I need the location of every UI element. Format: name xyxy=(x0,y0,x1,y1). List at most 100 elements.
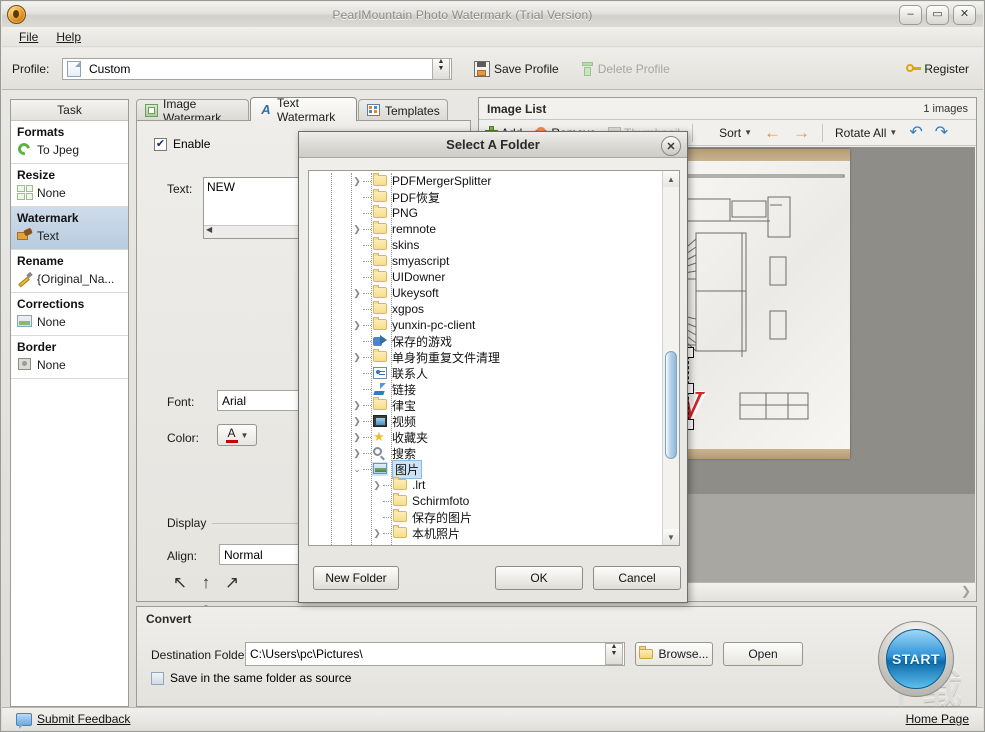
home-page-link[interactable]: Home Page xyxy=(906,712,969,726)
tree-connector xyxy=(363,180,371,182)
align-arrow-up-icon[interactable]: ↑ xyxy=(193,569,219,595)
minimize-button[interactable]: – xyxy=(899,4,922,25)
tree-item[interactable]: ❯ 律宝 xyxy=(309,397,663,413)
sort-button[interactable]: Sort ▼ xyxy=(719,126,752,140)
scroll-right-icon[interactable]: ❯ xyxy=(961,584,971,598)
destination-spinner[interactable]: ▲ ▼ xyxy=(605,643,623,665)
maximize-button[interactable]: ▭ xyxy=(926,4,949,25)
tab-templates[interactable]: Templates xyxy=(358,99,448,121)
expand-chevron-icon[interactable]: ❯ xyxy=(351,224,363,235)
rotate-all-chevron-down-icon[interactable]: ▼ xyxy=(889,128,897,137)
tree-item[interactable]: ❯ 视频 xyxy=(309,413,663,429)
tree-item[interactable]: ❯ ★ 收藏夹 xyxy=(309,429,663,445)
folder-icon xyxy=(372,301,388,316)
tree-item[interactable]: xgpos xyxy=(309,301,663,317)
tree-item[interactable]: PDF恢复 xyxy=(309,189,663,205)
align-arrow-up-right-icon[interactable]: ↗ xyxy=(219,569,245,595)
tree-item[interactable]: ❯ PDFMergerSplitter xyxy=(309,173,663,189)
destination-folder-input[interactable]: C:\Users\pc\Pictures\ ▲ ▼ xyxy=(245,642,625,666)
dialog-close-icon[interactable]: ✕ xyxy=(661,136,681,156)
tree-connector xyxy=(363,244,371,246)
rotate-right-icon[interactable]: ↷ xyxy=(935,124,948,141)
next-image-arrow-icon[interactable]: → xyxy=(793,124,810,141)
collapse-chevron-icon[interactable]: ⌄ xyxy=(351,464,363,475)
tree-item[interactable]: smyascript xyxy=(309,253,663,269)
cancel-button[interactable]: Cancel xyxy=(593,566,681,590)
expand-chevron-icon[interactable]: ❯ xyxy=(351,288,363,299)
browse-label: Browse... xyxy=(658,647,709,661)
profile-combobox[interactable]: Custom ▲ ▼ xyxy=(62,57,452,80)
save-same-folder-checkbox[interactable] xyxy=(151,671,164,685)
expand-chevron-icon[interactable]: ❯ xyxy=(351,400,363,411)
delete-profile-button[interactable]: Delete Profile xyxy=(581,61,670,76)
task-group-corrections[interactable]: Corrections None xyxy=(11,293,128,336)
tree-item[interactable]: UIDowner xyxy=(309,269,663,285)
tree-connector xyxy=(363,308,371,310)
previous-image-arrow-icon[interactable]: ← xyxy=(764,124,781,141)
save-profile-label: Save Profile xyxy=(494,61,559,76)
new-folder-button[interactable]: New Folder xyxy=(313,566,399,590)
tree-item[interactable]: skins xyxy=(309,237,663,253)
task-panel: Task Formats To Jpeg Resize None Waterma… xyxy=(10,99,129,707)
feedback-icon xyxy=(16,712,32,729)
tree-item-label: .lrt xyxy=(412,478,426,492)
scrollbar-thumb[interactable] xyxy=(665,351,677,459)
expand-chevron-icon[interactable]: ❯ xyxy=(371,528,383,539)
tree-item[interactable]: ❯ Ukeysoft xyxy=(309,285,663,301)
save-same-folder-row[interactable]: Save in the same folder as source xyxy=(151,671,351,685)
save-profile-button[interactable]: Save Profile xyxy=(474,60,559,77)
tree-item[interactable]: ❯ remnote xyxy=(309,221,663,237)
tree-item[interactable]: 保存的游戏 xyxy=(309,333,663,349)
sort-chevron-down-icon[interactable]: ▼ xyxy=(744,128,752,137)
tree-item[interactable]: PNG xyxy=(309,205,663,221)
scroll-down-icon[interactable]: ▼ xyxy=(663,529,679,545)
tab-image-watermark[interactable]: Image Watermark xyxy=(136,97,249,125)
menu-help[interactable]: Help xyxy=(47,28,90,46)
rotate-all-button[interactable]: Rotate All ▼ xyxy=(835,126,897,140)
close-button[interactable]: ✕ xyxy=(953,4,976,25)
tree-item-label: yunxin-pc-client xyxy=(392,318,476,332)
register-button[interactable]: Register xyxy=(906,62,969,76)
scroll-up-icon[interactable]: ▲ xyxy=(663,171,679,187)
task-group-rename[interactable]: Rename {Original_Na... xyxy=(11,250,128,293)
expand-chevron-icon[interactable]: ❯ xyxy=(351,320,363,331)
expand-chevron-icon[interactable]: ❯ xyxy=(351,416,363,427)
tree-item[interactable]: Schirmfoto xyxy=(309,493,663,509)
tree-item[interactable]: 链接 xyxy=(309,381,663,397)
submit-feedback-link[interactable]: Submit Feedback xyxy=(37,712,130,726)
expand-chevron-icon[interactable]: ❯ xyxy=(351,352,363,363)
profile-file-icon xyxy=(67,60,81,77)
start-button[interactable]: START xyxy=(878,621,954,697)
tab-text-watermark[interactable]: A Text Watermark xyxy=(250,96,357,124)
align-arrow-up-left-icon[interactable]: ↖ xyxy=(167,569,193,595)
open-button[interactable]: Open xyxy=(723,642,803,666)
color-chevron-down-icon[interactable]: ▼ xyxy=(241,431,249,440)
profile-spinner[interactable]: ▲ ▼ xyxy=(432,57,450,80)
browse-button[interactable]: Browse... xyxy=(635,642,713,666)
tree-item-label: skins xyxy=(392,238,420,252)
tree-item[interactable]: ❯ 搜索 xyxy=(309,445,663,461)
tree-item[interactable]: ⌄ 图片 xyxy=(309,459,663,479)
tree-item[interactable]: 保存的图片 xyxy=(309,509,663,525)
expand-chevron-icon[interactable]: ❯ xyxy=(351,432,363,443)
task-group-border[interactable]: Border None xyxy=(11,336,128,379)
tree-item[interactable]: 联系人 xyxy=(309,365,663,381)
folder-tree[interactable]: ❯ PDFMergerSplitter PDF恢复 PNG ❯ remnote skins s… xyxy=(309,173,663,545)
color-picker-button[interactable]: A ▼ xyxy=(217,424,257,446)
expand-chevron-icon[interactable]: ❯ xyxy=(351,176,363,187)
tree-item[interactable]: ❯ 单身狗重复文件清理 xyxy=(309,349,663,365)
rotate-left-icon[interactable]: ↶ xyxy=(909,124,922,141)
expand-chevron-icon[interactable]: ❯ xyxy=(351,448,363,459)
menu-file[interactable]: File xyxy=(10,28,47,46)
enable-checkbox[interactable]: ✔ xyxy=(154,137,167,151)
expand-chevron-icon[interactable]: ❯ xyxy=(371,480,383,491)
enable-row[interactable]: ✔ Enable xyxy=(154,137,210,151)
tree-item[interactable]: ❯ yunxin-pc-client xyxy=(309,317,663,333)
tree-vertical-scrollbar[interactable]: ▲ ▼ xyxy=(662,171,679,545)
ok-button[interactable]: OK xyxy=(495,566,583,590)
task-group-resize[interactable]: Resize None xyxy=(11,164,128,207)
tree-item[interactable]: ❯ 本机照片 xyxy=(309,525,663,541)
task-group-watermark[interactable]: Watermark Text xyxy=(11,207,128,250)
task-group-formats[interactable]: Formats To Jpeg xyxy=(11,121,128,164)
tree-item[interactable]: ❯ .lrt xyxy=(309,477,663,493)
